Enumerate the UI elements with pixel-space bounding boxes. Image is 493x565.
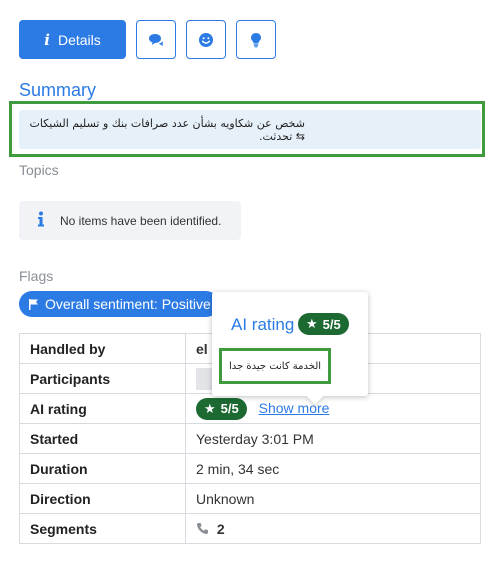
details-tab-button[interactable]: i Details: [19, 20, 126, 59]
popover-comment: الخدمة كانت جيدة جدا: [219, 348, 331, 384]
sentiment-tab-button[interactable]: [186, 20, 226, 59]
row-label: Direction: [19, 483, 186, 514]
rating-badge: ★ 5/5: [196, 397, 247, 420]
ai-rating-value: ★ 5/5 Show more: [185, 393, 481, 424]
details-tab-label: Details: [57, 31, 101, 48]
duration-value: 2 min, 34 sec: [185, 453, 481, 484]
show-more-link[interactable]: Show more: [259, 400, 330, 416]
topics-empty-box: No items have been identified.: [19, 201, 241, 240]
popover-rating-badge: ★ 5/5: [298, 313, 349, 335]
table-row: Started Yesterday 3:01 PM: [19, 423, 481, 454]
row-label: AI rating: [19, 393, 186, 424]
star-icon: ★: [306, 316, 318, 331]
lightbulb-icon: [251, 32, 261, 47]
flag-pill-label: Overall sentiment: Positive: [45, 296, 211, 312]
row-label: Segments: [19, 513, 186, 544]
started-value: Yesterday 3:01 PM: [185, 423, 481, 454]
segments-value: 2: [185, 513, 481, 544]
summary-heading: Summary: [19, 80, 97, 100]
smile-icon: [199, 32, 213, 47]
segments-count: 2: [216, 520, 225, 537]
flags-heading: Flags: [19, 268, 54, 284]
flag-pill-sentiment[interactable]: Overall sentiment: Positive: [19, 291, 219, 317]
row-label: Handled by: [19, 333, 186, 364]
phone-icon: [197, 522, 208, 534]
popover-title: AI rating: [231, 315, 295, 334]
comments-icon: [149, 33, 163, 46]
row-label: Duration: [19, 453, 186, 484]
table-row: AI rating ★ 5/5 Show more: [19, 393, 481, 424]
topics-heading: Topics: [19, 162, 59, 178]
info-icon: [37, 211, 47, 230]
flag-icon: [29, 298, 38, 310]
direction-value: Unknown: [185, 483, 481, 514]
comments-tab-button[interactable]: [136, 20, 176, 59]
star-icon: ★: [204, 400, 216, 416]
table-row: Segments 2: [19, 513, 481, 544]
row-label: Started: [19, 423, 186, 454]
insights-tab-button[interactable]: [236, 20, 276, 59]
table-row: Direction Unknown: [19, 483, 481, 514]
summary-text: شخص عن شكاويه بشأن عدد صرافات بنك و تسلي…: [19, 110, 481, 149]
row-label: Participants: [19, 363, 186, 394]
topics-empty-message: No items have been identified.: [60, 213, 222, 228]
table-row: Duration 2 min, 34 sec: [19, 453, 481, 484]
info-icon: i: [44, 30, 50, 49]
